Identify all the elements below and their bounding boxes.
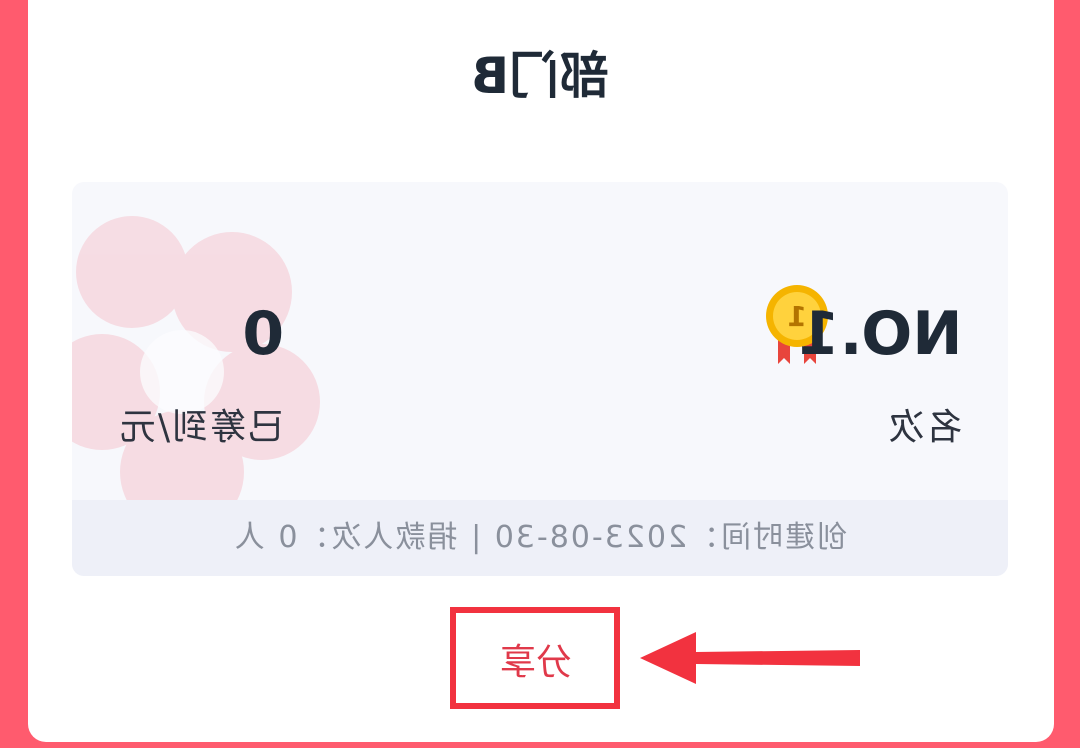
amount-stat: 0 已筹到/元 — [118, 299, 285, 450]
share-button[interactable]: 分享 — [470, 626, 602, 692]
amount-value: 0 — [242, 299, 285, 369]
created-info: 创建时间：2023-08-30 | 捐款人次：0 人 — [72, 500, 1008, 576]
rank-label: 名次 — [885, 407, 962, 448]
rank-value: NO.1 — [797, 299, 962, 369]
stats-panel: 0 已筹到/元 1 NO.1 名次 创建时间：2023-08-30 | 捐款人次… — [72, 182, 1008, 576]
pointer-arrow-icon — [640, 632, 860, 684]
page-title: 部门B — [470, 47, 610, 105]
amount-label: 已筹到/元 — [118, 407, 285, 448]
rank-stat: NO.1 名次 — [797, 299, 962, 450]
